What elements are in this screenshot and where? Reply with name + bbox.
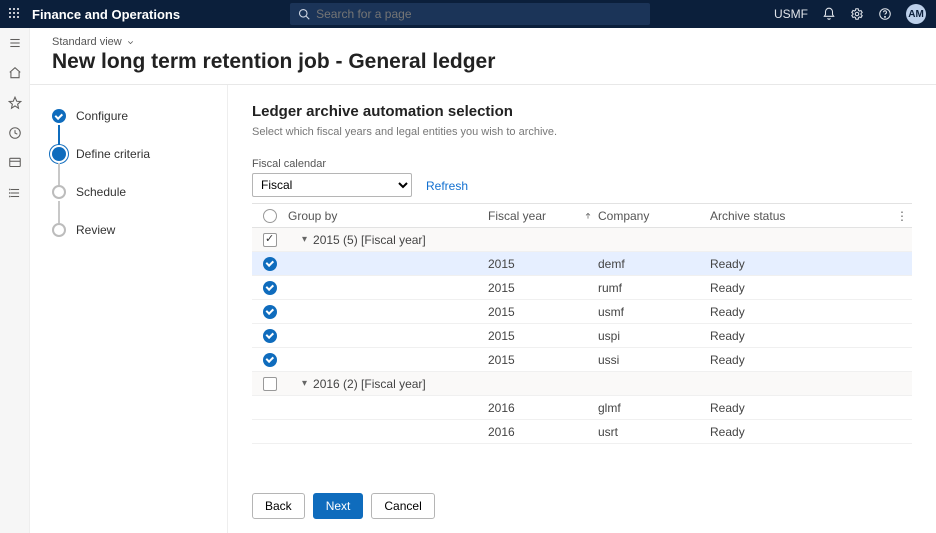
cell-fiscal-year: 2015 — [488, 329, 598, 343]
cell-status: Ready — [710, 353, 830, 367]
grid-row[interactable]: 2016glmfReady — [252, 396, 912, 420]
help-icon[interactable] — [878, 7, 892, 21]
modules-icon[interactable] — [8, 186, 22, 200]
cell-company: usmf — [598, 305, 710, 319]
cell-fiscal-year: 2016 — [488, 425, 598, 439]
chevron-down-icon — [126, 38, 135, 47]
cell-company: rumf — [598, 281, 710, 295]
next-button[interactable]: Next — [313, 493, 364, 519]
cell-company: demf — [598, 257, 710, 271]
wizard-step-indicator — [52, 223, 66, 237]
cell-status: Ready — [710, 329, 830, 343]
view-selector[interactable]: Standard view — [52, 36, 914, 48]
grid-row[interactable]: 2015ussiReady — [252, 348, 912, 372]
cell-fiscal-year: 2016 — [488, 401, 598, 415]
row-check-icon[interactable] — [263, 305, 277, 319]
group-checkbox[interactable] — [263, 233, 277, 247]
chevron-down-icon: ▾ — [302, 378, 307, 389]
waffle-icon[interactable] — [0, 7, 28, 22]
search-icon — [298, 8, 310, 20]
wizard-step-label: Schedule — [76, 185, 126, 199]
cell-fiscal-year: 2015 — [488, 305, 598, 319]
wizard-step-label: Review — [76, 223, 115, 237]
fiscal-calendar-select[interactable]: Fiscal — [252, 173, 412, 197]
grid-row[interactable]: 2015demfReady — [252, 252, 912, 276]
select-all-radio[interactable] — [263, 209, 277, 223]
grid-group-row[interactable]: ▾ 2015 (5) [Fiscal year] — [252, 228, 912, 252]
row-check-icon[interactable] — [263, 257, 277, 271]
cell-company: ussi — [598, 353, 710, 367]
fiscal-calendar-label: Fiscal calendar — [252, 158, 412, 170]
avatar[interactable]: AM — [906, 4, 926, 24]
group-checkbox[interactable] — [263, 377, 277, 391]
cell-fiscal-year: 2015 — [488, 257, 598, 271]
cell-status: Ready — [710, 425, 830, 439]
grid-row[interactable]: 2015uspiReady — [252, 324, 912, 348]
grid-group-row[interactable]: ▾ 2016 (2) [Fiscal year] — [252, 372, 912, 396]
wizard-step-indicator — [52, 109, 66, 123]
refresh-link[interactable]: Refresh — [426, 179, 468, 197]
wizard-step-indicator — [52, 185, 66, 199]
search-input[interactable] — [316, 7, 642, 21]
col-archive-status[interactable]: Archive status — [710, 209, 830, 223]
grid-more-icon[interactable]: ⋮ — [892, 209, 912, 223]
grid-row[interactable]: 2016usrtReady — [252, 420, 912, 444]
wizard-step-indicator — [52, 147, 66, 161]
wizard-step[interactable]: Define criteria — [52, 147, 215, 185]
workspace-icon[interactable] — [8, 156, 22, 170]
wizard-step[interactable]: Schedule — [52, 185, 215, 223]
row-check-icon[interactable] — [263, 353, 277, 367]
company-label[interactable]: USMF — [774, 7, 808, 21]
notification-icon[interactable] — [822, 7, 836, 21]
cell-company: usrt — [598, 425, 710, 439]
cell-status: Ready — [710, 281, 830, 295]
cancel-button[interactable]: Cancel — [371, 493, 434, 519]
cell-status: Ready — [710, 305, 830, 319]
search-box[interactable] — [290, 3, 650, 25]
sort-asc-icon — [584, 212, 592, 220]
cell-company: uspi — [598, 329, 710, 343]
menu-icon[interactable] — [8, 36, 22, 50]
wizard-step[interactable]: Review — [52, 223, 215, 261]
back-button[interactable]: Back — [252, 493, 305, 519]
row-check-icon[interactable] — [263, 281, 277, 295]
group-label: 2016 (2) [Fiscal year] — [313, 377, 426, 391]
group-label: 2015 (5) [Fiscal year] — [313, 233, 426, 247]
recent-icon[interactable] — [8, 126, 22, 140]
brand-label: Finance and Operations — [28, 7, 180, 22]
cell-fiscal-year: 2015 — [488, 281, 598, 295]
cell-status: Ready — [710, 401, 830, 415]
panel-heading: Ledger archive automation selection — [252, 103, 912, 120]
cell-company: glmf — [598, 401, 710, 415]
home-icon[interactable] — [8, 66, 22, 80]
col-fiscal-year[interactable]: Fiscal year — [488, 209, 598, 223]
grid-row[interactable]: 2015rumfReady — [252, 276, 912, 300]
col-company[interactable]: Company — [598, 209, 710, 223]
wizard-step-label: Define criteria — [76, 147, 150, 161]
cell-status: Ready — [710, 257, 830, 271]
col-groupby[interactable]: Group by — [288, 209, 488, 223]
cell-fiscal-year: 2015 — [488, 353, 598, 367]
panel-subheading: Select which fiscal years and legal enti… — [252, 126, 912, 138]
gear-icon[interactable] — [850, 7, 864, 21]
chevron-down-icon: ▾ — [302, 234, 307, 245]
row-check-icon[interactable] — [263, 329, 277, 343]
grid-row[interactable]: 2015usmfReady — [252, 300, 912, 324]
page-title: New long term retention job - General le… — [52, 50, 914, 74]
grid-header: Group by Fiscal year Company Archive sta… — [252, 204, 912, 228]
star-icon[interactable] — [8, 96, 22, 110]
wizard-step-label: Configure — [76, 109, 128, 123]
wizard-step[interactable]: Configure — [52, 109, 215, 147]
